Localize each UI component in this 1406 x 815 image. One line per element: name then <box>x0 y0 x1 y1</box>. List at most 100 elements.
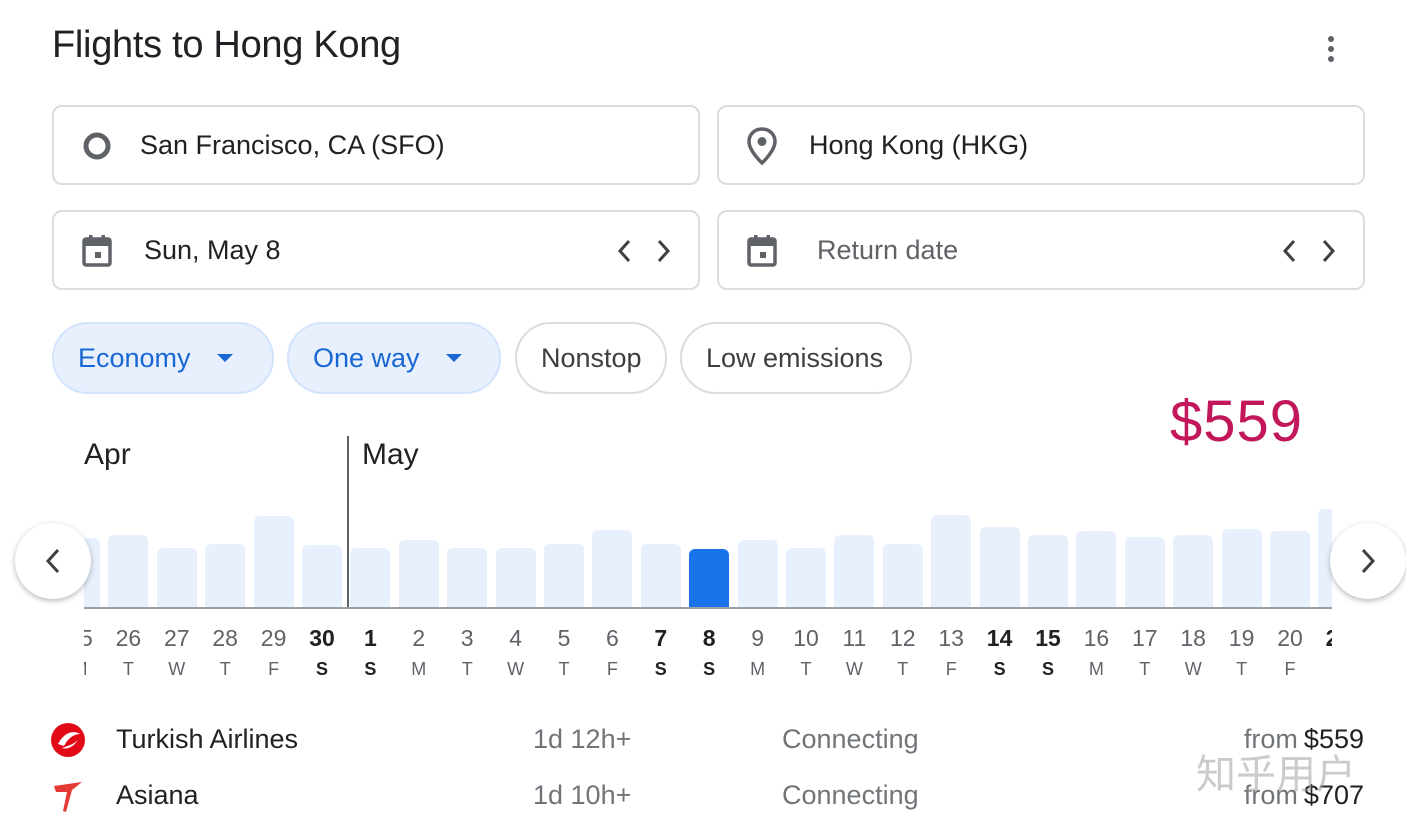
chevron-left-icon <box>45 548 60 574</box>
price-bar[interactable] <box>737 540 778 608</box>
date-tick-weekday: S <box>315 659 328 679</box>
date-tick[interactable]: 20 F <box>1266 622 1314 684</box>
price-bar-selected[interactable] <box>689 549 730 608</box>
price-bar[interactable] <box>253 516 294 608</box>
trip-type-filter-chip[interactable]: One way <box>287 322 501 394</box>
date-tick-day: 5 <box>557 625 571 651</box>
price-bar[interactable] <box>302 545 342 608</box>
date-tick-day: 14 <box>986 625 1013 651</box>
price-bar[interactable] <box>108 535 149 608</box>
airline-name: Turkish Airlines <box>116 724 299 754</box>
price-bar[interactable] <box>350 548 391 608</box>
chip-label: One way <box>313 342 420 373</box>
date-tick-weekday: T <box>219 659 231 679</box>
price-bar[interactable] <box>495 548 536 608</box>
nonstop-filter-chip[interactable]: Nonstop <box>515 322 667 394</box>
date-tick[interactable]: 21 S <box>1314 622 1332 684</box>
date-tick-weekday: T <box>558 659 570 679</box>
date-tick-day: 3 <box>460 625 474 651</box>
date-tick[interactable]: 4W <box>492 622 540 684</box>
date-tick[interactable]: 12 T <box>879 622 927 684</box>
origin-field[interactable]: San Francisco, CA (SFO) <box>52 105 700 185</box>
date-tick-weekday: T <box>461 659 473 679</box>
date-tick-weekday: T <box>1236 659 1248 679</box>
next-date-chevron-icon[interactable] <box>1313 234 1345 268</box>
date-tick[interactable]: 3T <box>443 622 491 684</box>
more-options-icon[interactable] <box>1318 34 1344 64</box>
price-bar[interactable] <box>1270 531 1310 608</box>
date-tick-weekday: S <box>1314 654 1332 684</box>
airline-name: Asiana <box>116 780 199 810</box>
price-bar[interactable] <box>205 544 246 608</box>
date-tick[interactable]: 14 S <box>976 622 1024 684</box>
depart-date-field[interactable]: Sun, May 8 <box>52 210 700 290</box>
previous-date-chevron-icon[interactable] <box>1273 234 1305 268</box>
date-tick[interactable]: 6F <box>588 622 636 684</box>
date-tick[interactable]: 9M <box>734 622 782 684</box>
origin-value: San Francisco, CA (SFO) <box>140 129 445 160</box>
price-bar-chart <box>84 500 1332 610</box>
date-tick-weekday: W <box>845 659 863 679</box>
depart-date-value: Sun, May 8 <box>144 234 281 265</box>
price-bar[interactable] <box>592 530 633 608</box>
date-tick[interactable]: 2M <box>395 622 443 684</box>
date-tick-weekday: T <box>897 659 909 679</box>
origin-circle-icon <box>80 129 114 163</box>
price-bar[interactable] <box>447 548 488 608</box>
date-tick[interactable]: 30 S <box>298 622 346 684</box>
date-tick[interactable]: 26 T <box>104 622 152 684</box>
economy-filter-chip[interactable]: Economy <box>52 322 274 394</box>
date-tick[interactable]: 8S <box>685 622 733 684</box>
price-bar[interactable] <box>640 544 681 608</box>
date-tick-day: 21 <box>1325 625 1332 651</box>
date-tick[interactable]: 5T <box>540 622 588 684</box>
date-tick-day: 6 <box>605 625 619 651</box>
destination-field[interactable]: Hong Kong (HKG) <box>717 105 1365 185</box>
page-title: Flights to Hong Kong <box>52 24 401 66</box>
price-bar[interactable] <box>398 540 439 608</box>
price-bar[interactable] <box>882 544 923 608</box>
date-tick[interactable]: 7S <box>637 622 685 684</box>
price-bar[interactable] <box>786 548 826 608</box>
destination-value: Hong Kong (HKG) <box>809 129 1029 160</box>
date-tick-day: 15 <box>1035 625 1061 651</box>
previous-date-chevron-icon[interactable] <box>608 234 640 268</box>
price-bar[interactable] <box>1124 537 1165 608</box>
date-tick[interactable]: 10 T <box>782 622 830 684</box>
date-tick-day: 4 <box>509 625 522 651</box>
date-tick[interactable]: 17 T <box>1121 622 1169 684</box>
date-tick[interactable]: 13 F <box>927 622 975 684</box>
price-bar[interactable] <box>1076 531 1117 608</box>
date-tick[interactable]: 28 T <box>201 622 249 684</box>
date-tick[interactable]: 15 S <box>1024 622 1072 684</box>
price-bar[interactable] <box>1173 535 1214 608</box>
price-bar[interactable] <box>834 535 875 608</box>
stops-info: Connecting <box>782 780 919 810</box>
scroll-left-button[interactable] <box>15 523 91 599</box>
price-bar[interactable] <box>979 527 1020 608</box>
price-bar[interactable] <box>544 544 584 608</box>
next-date-chevron-icon[interactable] <box>648 234 680 268</box>
price-bar[interactable] <box>1221 529 1262 608</box>
date-tick-day: 11 <box>842 625 867 651</box>
price-bar[interactable] <box>156 548 197 608</box>
date-tick[interactable]: 16 M <box>1072 622 1120 684</box>
date-tick[interactable]: 27 W <box>153 622 201 684</box>
date-tick[interactable]: 25 M <box>84 622 104 684</box>
date-tick[interactable]: 11 W <box>830 622 878 684</box>
scroll-right-button[interactable] <box>1330 523 1406 599</box>
return-date-placeholder: Return date <box>817 234 959 265</box>
chip-label: Economy <box>78 342 191 373</box>
price-bar[interactable] <box>1028 535 1068 608</box>
date-tick[interactable]: 19 T <box>1218 622 1266 684</box>
stops-info: Connecting <box>782 724 919 754</box>
low-emissions-filter-chip[interactable]: Low emissions <box>680 322 912 394</box>
turkish-airlines-logo <box>50 722 86 758</box>
date-tick[interactable]: 1S <box>346 622 394 684</box>
calendar-icon <box>80 234 114 268</box>
return-date-field[interactable]: Return date <box>717 210 1365 290</box>
date-tick[interactable]: 18 W <box>1169 622 1217 684</box>
price-bar[interactable] <box>931 515 972 608</box>
date-tick-day: 26 <box>115 625 142 651</box>
date-tick[interactable]: 29 F <box>250 622 298 684</box>
